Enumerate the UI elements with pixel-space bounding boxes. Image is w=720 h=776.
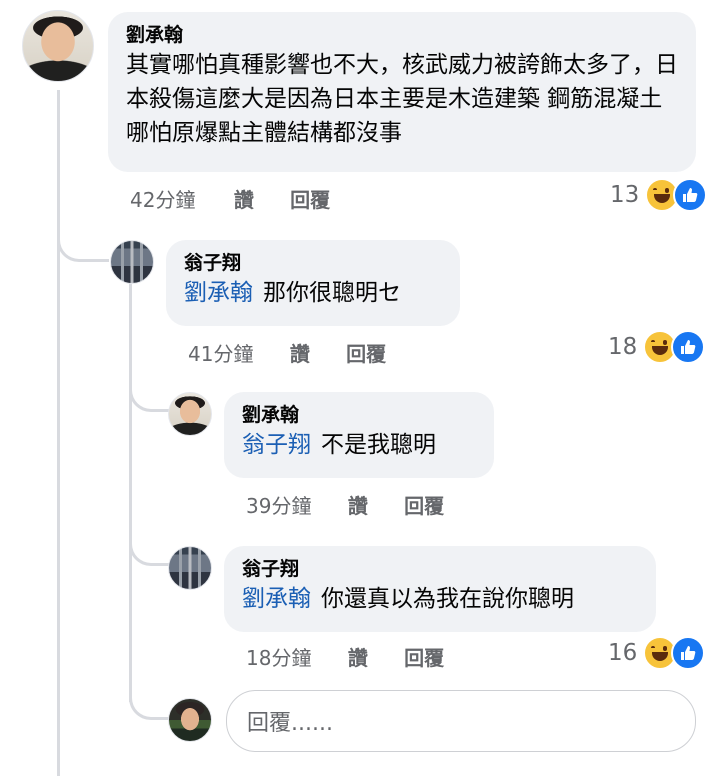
- like-button[interactable]: 讚: [348, 642, 368, 671]
- comment-meta: 41分鐘 讚 回覆: [188, 338, 386, 367]
- mention-link[interactable]: 劉承翰: [184, 280, 253, 306]
- comment-text: 翁子翔 不是我聰明: [242, 428, 476, 462]
- thread-line-main: [57, 90, 60, 776]
- comment-text: 劉承翰 那你很聰明セ: [184, 276, 442, 310]
- comment-bubble: 劉承翰 翁子翔 不是我聰明: [224, 392, 494, 478]
- avatar[interactable]: [168, 392, 212, 436]
- comment-time[interactable]: 42分鐘: [130, 184, 195, 213]
- reply-input[interactable]: 回覆......: [226, 690, 696, 752]
- like-button[interactable]: 讚: [290, 338, 310, 367]
- thread-branch-3: [129, 512, 169, 566]
- thread-line-nested: [129, 282, 132, 702]
- avatar[interactable]: [168, 546, 212, 590]
- comment-author[interactable]: 翁子翔: [242, 556, 638, 582]
- comment-author[interactable]: 劉承翰: [126, 22, 678, 48]
- reply-button[interactable]: 回覆: [404, 642, 444, 671]
- comment-time[interactable]: 39分鐘: [246, 490, 311, 519]
- reaction-summary[interactable]: 16: [608, 636, 706, 670]
- comment-time[interactable]: 18分鐘: [246, 642, 311, 671]
- comment-text: 其實哪怕真種影響也不大，核武威力被誇飾太多了，日本殺傷這麼大是因為日本主要是木造…: [126, 52, 678, 146]
- comment-bubble: 翁子翔 劉承翰 你還真以為我在說你聰明: [224, 546, 656, 632]
- reaction-count: 18: [608, 334, 638, 360]
- like-reaction-icon: [671, 636, 706, 670]
- reply-button[interactable]: 回覆: [346, 338, 386, 367]
- thread-branch-2: [129, 360, 169, 412]
- reply-button[interactable]: 回覆: [290, 184, 330, 213]
- reaction-summary[interactable]: 13: [610, 178, 708, 212]
- comment-bubble: 翁子翔 劉承翰 那你很聰明セ: [166, 240, 460, 326]
- comment-time[interactable]: 41分鐘: [188, 338, 253, 367]
- current-user-avatar[interactable]: [168, 698, 212, 742]
- comment-author[interactable]: 翁子翔: [184, 250, 442, 276]
- thread-branch-1: [57, 200, 109, 262]
- like-reaction-icon: [671, 330, 706, 364]
- reply-placeholder: 回覆......: [247, 711, 333, 736]
- like-button[interactable]: 讚: [348, 490, 368, 519]
- mention-link[interactable]: 翁子翔: [242, 432, 311, 458]
- reaction-summary[interactable]: 18: [608, 330, 706, 364]
- thread-branch-4: [129, 668, 169, 720]
- comment-text: 劉承翰 你還真以為我在說你聰明: [242, 582, 638, 616]
- comment-bubble: 劉承翰 其實哪怕真種影響也不大，核武威力被誇飾太多了，日本殺傷這麼大是因為日本主…: [108, 12, 696, 172]
- comment-body: 那你很聰明セ: [263, 280, 401, 306]
- comment-author[interactable]: 劉承翰: [242, 402, 476, 428]
- like-reaction-icon: [673, 178, 708, 212]
- like-button[interactable]: 讚: [234, 184, 254, 213]
- comment-meta: 42分鐘 讚 回覆: [130, 184, 330, 213]
- reaction-count: 13: [610, 182, 640, 208]
- comment-body: 不是我聰明: [321, 432, 436, 458]
- avatar[interactable]: [110, 240, 154, 284]
- comment-meta: 18分鐘 讚 回覆: [246, 642, 444, 671]
- avatar[interactable]: [22, 10, 94, 82]
- reaction-count: 16: [608, 640, 638, 666]
- reply-button[interactable]: 回覆: [404, 490, 444, 519]
- comment-meta: 39分鐘 讚 回覆: [246, 490, 444, 519]
- mention-link[interactable]: 劉承翰: [242, 586, 311, 612]
- comment-body: 你還真以為我在說你聰明: [321, 586, 574, 612]
